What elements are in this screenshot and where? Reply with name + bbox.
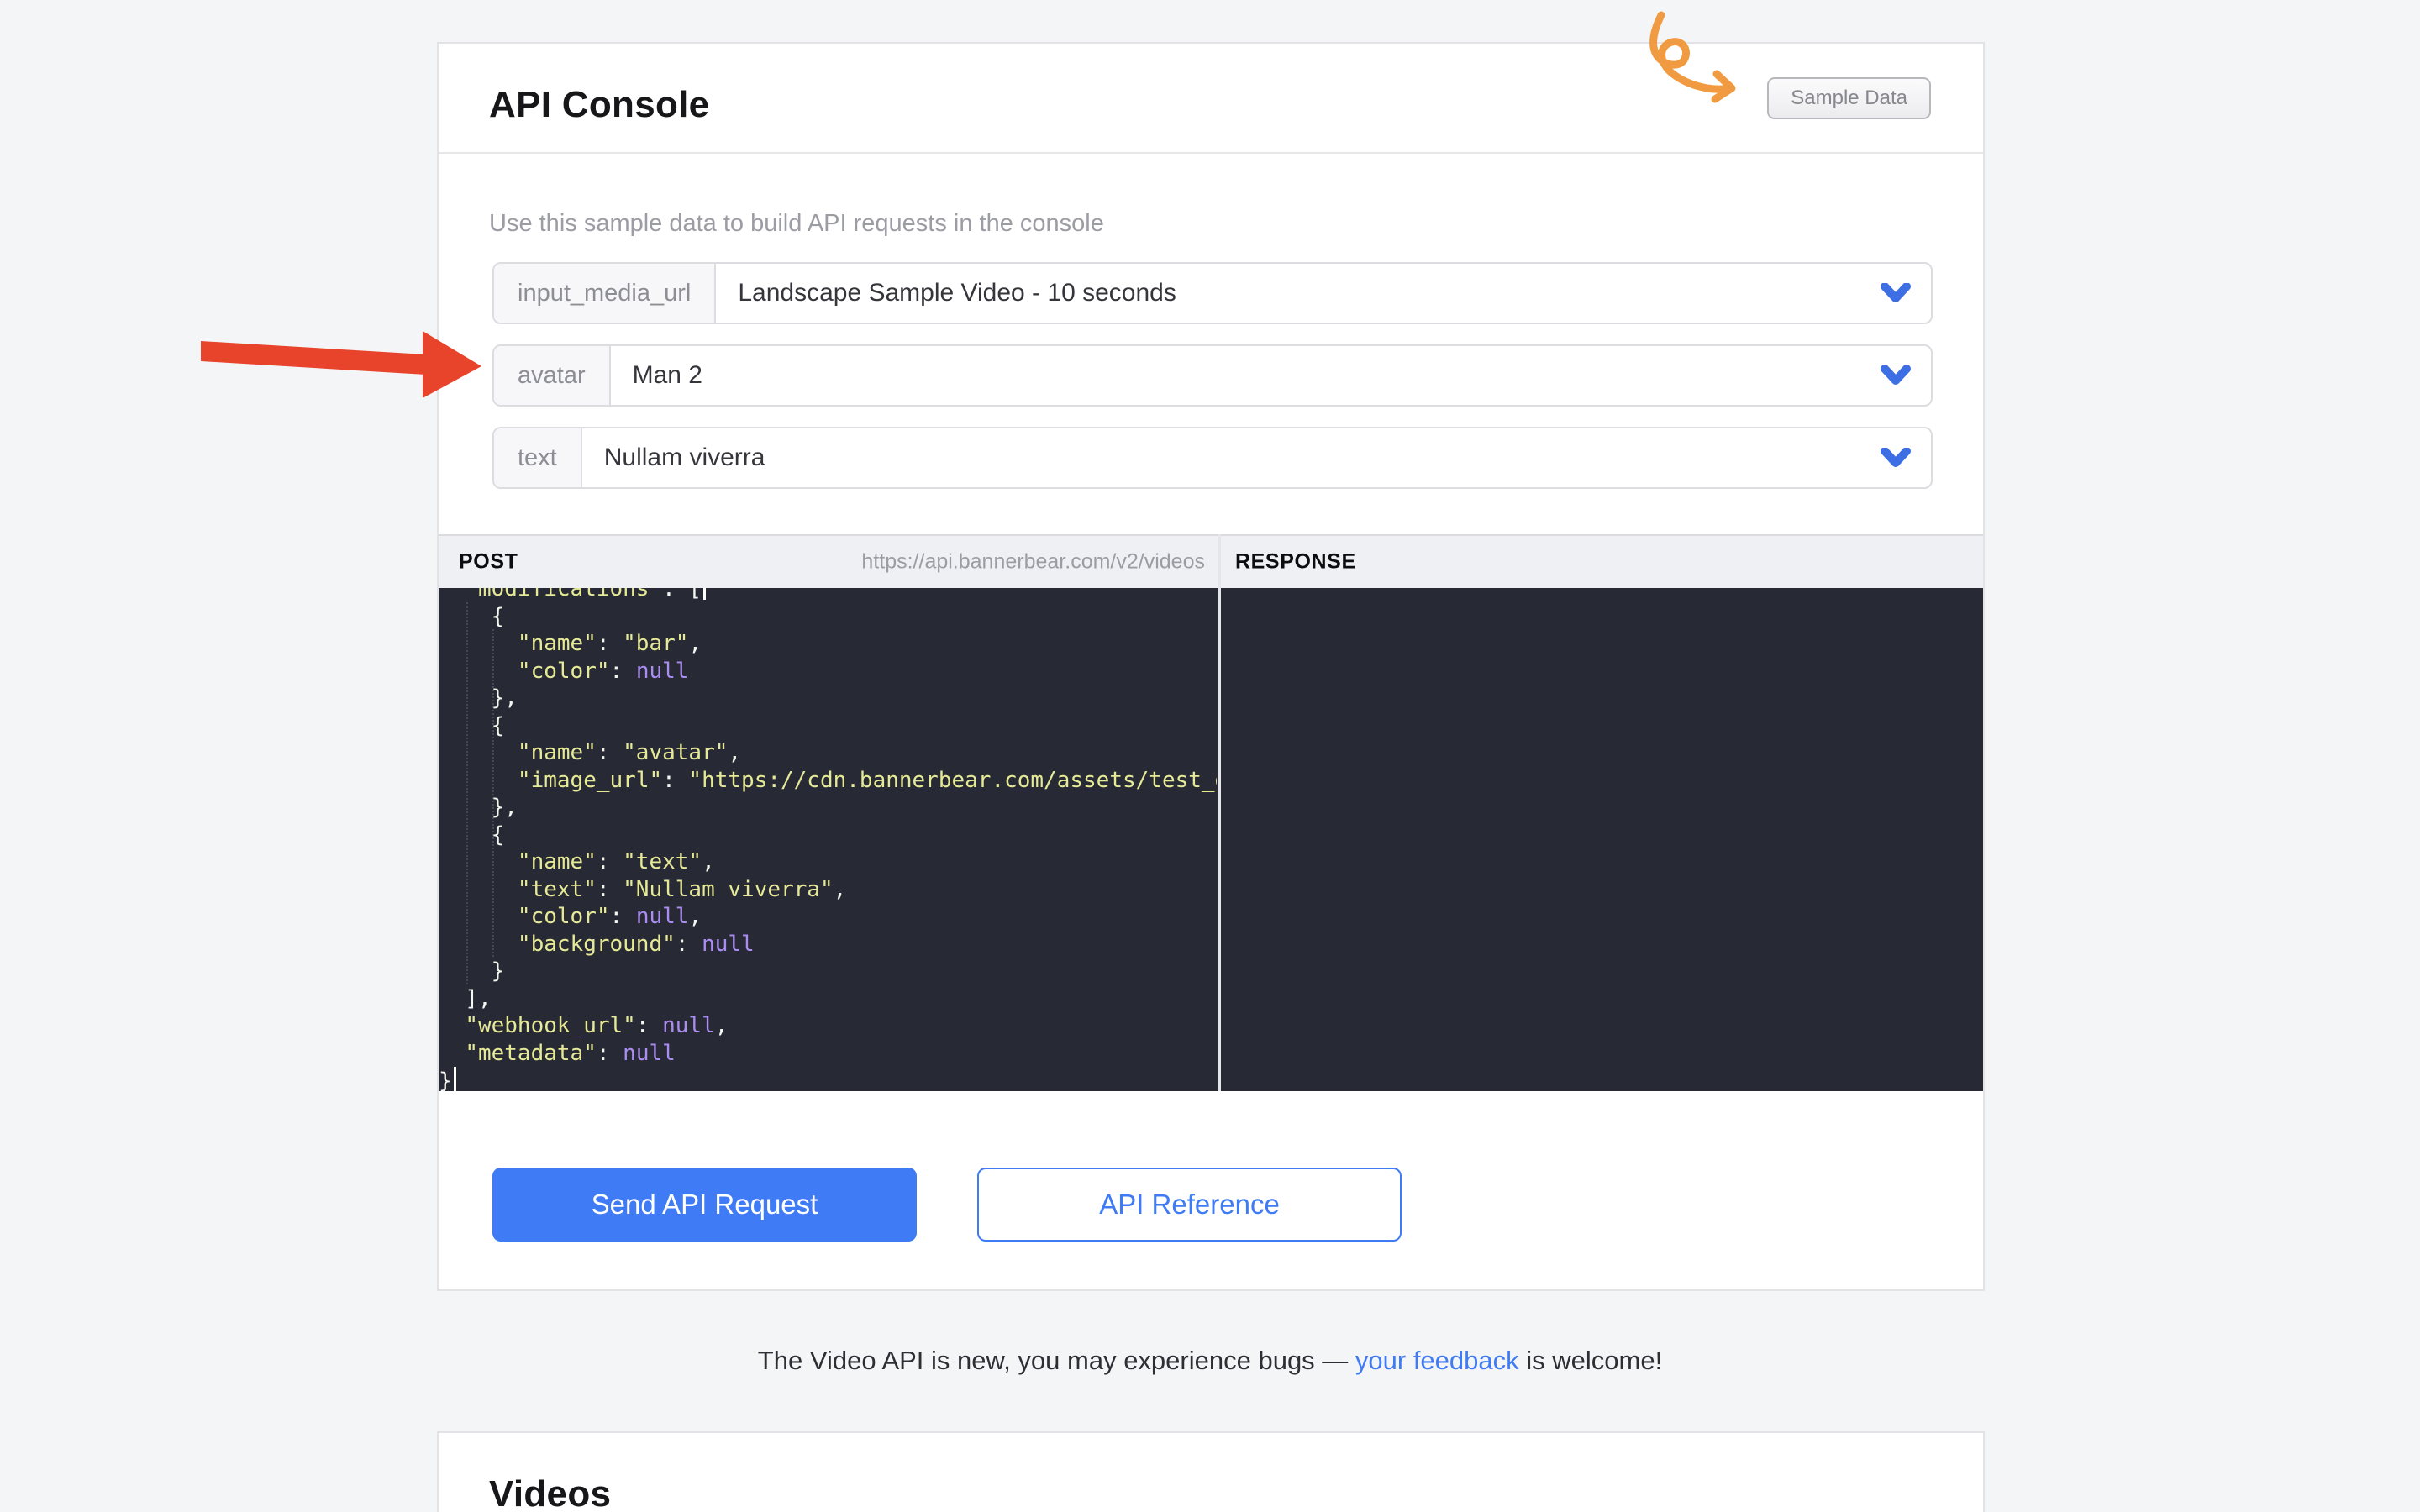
videos-title: Videos: [489, 1473, 611, 1512]
sample-data-button[interactable]: Sample Data: [1767, 77, 1931, 119]
request-body-editor[interactable]: "modifications": [ { "name": "bar", "col…: [439, 588, 1217, 1091]
console-subtitle: Use this sample data to build API reques…: [489, 210, 1104, 238]
code-line: "background": null: [439, 931, 1217, 958]
code-line: "webhook_url": null,: [439, 1012, 1217, 1040]
field-selected-value: Man 2: [611, 346, 1881, 405]
videos-card: Videos: [437, 1431, 1985, 1512]
page: API Console Sample Data Use this sample …: [0, 0, 2420, 1512]
field-key-label: input_media_url: [494, 264, 716, 323]
code-line: "image_url": "https://cdn.bannerbear.com…: [439, 767, 1217, 795]
code-line: ],: [439, 985, 1217, 1013]
request-url: https://api.bannerbear.com/v2/videos: [439, 550, 1205, 575]
field-selected-value: Nullam viverra: [582, 428, 1881, 487]
response-label: RESPONSE: [1235, 550, 1356, 575]
console-card-header: API Console Sample Data: [439, 44, 1983, 154]
request-response-bar: POST https://api.bannerbear.com/v2/video…: [439, 534, 1983, 588]
code-line: "text": "Nullam viverra",: [439, 876, 1217, 904]
indent-guide: [466, 602, 468, 984]
page-title: API Console: [489, 84, 709, 126]
code-line: }: [439, 1067, 1217, 1091]
code-line: },: [439, 685, 1217, 712]
note-text-before: The Video API is new, you may experience…: [758, 1346, 1355, 1375]
code-line: "color": null,: [439, 903, 1217, 931]
send-api-request-button[interactable]: Send API Request: [492, 1168, 917, 1242]
code-line: "name": "avatar",: [439, 739, 1217, 767]
feedback-link[interactable]: your feedback: [1355, 1346, 1519, 1375]
code-line: "name": "text",: [439, 848, 1217, 876]
code-line: {: [439, 603, 1217, 631]
panel-divider: [1218, 534, 1221, 1091]
field-row-text[interactable]: textNullam viverra: [492, 427, 1933, 489]
api-console-card: API Console Sample Data Use this sample …: [437, 42, 1985, 1291]
note-text-after: is welcome!: [1519, 1346, 1663, 1375]
chevron-down-icon: [1881, 264, 1931, 323]
code-line: {: [439, 822, 1217, 849]
text-cursor: [454, 1067, 456, 1091]
request-json-code: "modifications": [ { "name": "bar", "col…: [439, 588, 1217, 1091]
field-row-avatar[interactable]: avatarMan 2: [492, 344, 1933, 407]
code-line: {: [439, 712, 1217, 740]
chevron-down-icon: [1881, 346, 1931, 405]
code-line: "modifications": [: [439, 588, 1217, 603]
code-line: }: [439, 958, 1217, 985]
code-line: "color": null: [439, 658, 1217, 685]
code-line: },: [439, 794, 1217, 822]
indent-guide: [492, 629, 494, 957]
field-key-label: avatar: [494, 346, 611, 405]
api-reference-button[interactable]: API Reference: [977, 1168, 1402, 1242]
code-line: "metadata": null: [439, 1040, 1217, 1068]
chevron-down-icon: [1881, 428, 1931, 487]
text-cursor: [703, 588, 706, 600]
code-line: "name": "bar",: [439, 630, 1217, 658]
field-selected-value: Landscape Sample Video - 10 seconds: [716, 264, 1881, 323]
field-key-label: text: [494, 428, 582, 487]
field-row-input_media_url[interactable]: input_media_urlLandscape Sample Video - …: [492, 262, 1933, 324]
video-api-note: The Video API is new, you may experience…: [0, 1346, 2420, 1376]
code-area: "modifications": [ { "name": "bar", "col…: [439, 588, 1983, 1091]
